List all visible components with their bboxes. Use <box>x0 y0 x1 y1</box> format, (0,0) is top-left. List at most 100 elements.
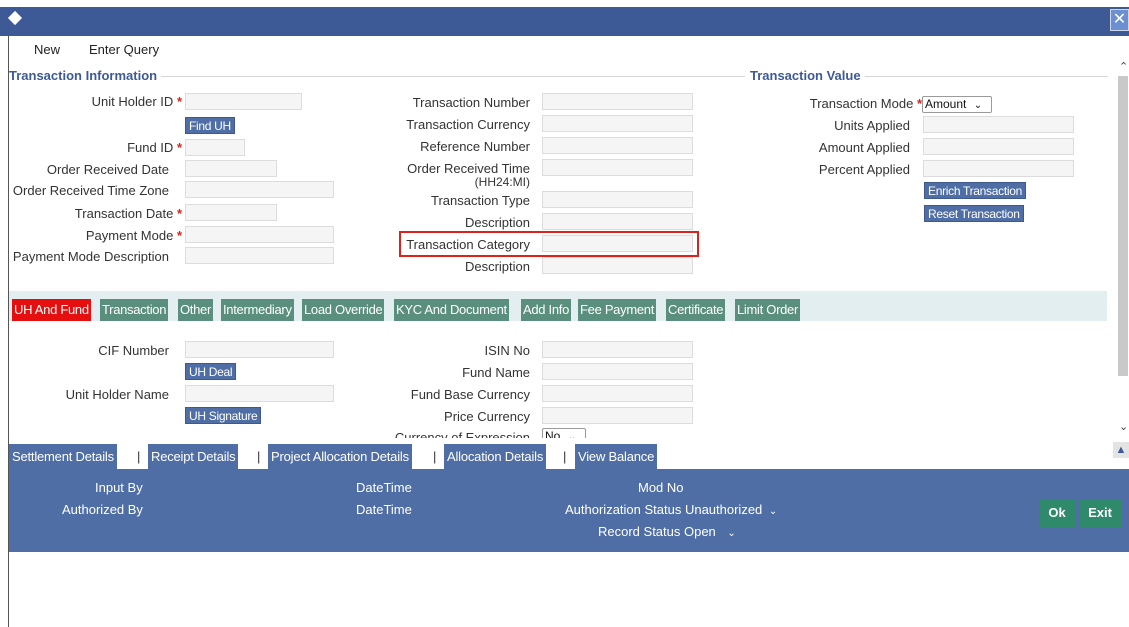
description-label: Description <box>464 215 530 230</box>
tab-certificate[interactable]: Certificate <box>666 299 726 321</box>
price-currency-input[interactable] <box>542 407 693 424</box>
transaction-date-text: Transaction Date <box>74 206 174 221</box>
amount-applied-input[interactable] <box>923 138 1074 155</box>
unit-holder-id-input[interactable] <box>185 93 302 110</box>
category-description-input[interactable] <box>542 257 693 274</box>
payment-mode-description-input[interactable] <box>185 247 334 264</box>
authorized-by-label: Authorized By <box>62 502 143 517</box>
allocation-details-tab[interactable]: Allocation Details <box>444 444 547 469</box>
required-marker: * <box>176 94 182 109</box>
tab-separator: | <box>257 449 261 464</box>
mod-no-label: Mod No <box>638 480 684 495</box>
unit-holder-id-text: Unit Holder ID <box>91 94 174 109</box>
order-received-time-zone-input[interactable] <box>185 181 334 198</box>
transaction-mode-value: Amount <box>925 97 967 111</box>
tab-limit-order[interactable]: Limit Order <box>735 299 800 321</box>
view-balance-tab[interactable]: View Balance <box>575 444 658 469</box>
units-applied-input[interactable] <box>923 116 1074 133</box>
unit-holder-id-label: Unit Holder ID * <box>0 94 182 109</box>
fund-id-input[interactable] <box>185 139 245 156</box>
transaction-date-label: Transaction Date * <box>0 206 182 221</box>
tab-separator: | <box>137 449 141 464</box>
authorization-status[interactable]: Authorization Status Unauthorized ⌄ <box>565 502 777 517</box>
uh-signature-button[interactable]: UH Signature <box>185 407 262 424</box>
isin-no-input[interactable] <box>542 341 693 358</box>
percent-applied-input[interactable] <box>923 160 1074 177</box>
transaction-currency-label: Transaction Currency <box>406 117 530 132</box>
currency-of-expression-select[interactable]: No ⌄ <box>542 428 586 438</box>
unit-holder-name-input[interactable] <box>185 385 334 402</box>
scrollbar-thumb[interactable] <box>1118 76 1128 376</box>
exit-button[interactable]: Exit <box>1079 499 1121 527</box>
scroll-down-icon[interactable]: ⌄ <box>1119 420 1128 433</box>
transaction-mode-text: Transaction Mode <box>809 96 914 111</box>
transaction-category-label: Transaction Category <box>406 237 530 252</box>
record-status-text: Record Status Open <box>598 524 716 539</box>
transaction-mode-select[interactable]: Amount ⌄ <box>922 96 992 113</box>
tab-other[interactable]: Other <box>178 299 214 321</box>
order-received-time-input[interactable] <box>542 159 693 176</box>
transaction-type-input[interactable] <box>542 191 693 208</box>
enrich-transaction-button[interactable]: Enrich Transaction <box>924 182 1026 199</box>
order-received-time-label: Order Received Time <box>407 161 530 176</box>
fund-base-currency-input[interactable] <box>542 385 693 402</box>
tab-load-override[interactable]: Load Override <box>302 299 385 321</box>
scroll-up-icon[interactable]: ⌃ <box>1119 60 1128 73</box>
fund-base-currency-label: Fund Base Currency <box>410 387 530 402</box>
tab-uh-and-fund[interactable]: UH And Fund <box>12 299 91 321</box>
collapse-up-icon[interactable]: ▲ <box>1113 442 1129 458</box>
reference-number-label: Reference Number <box>420 139 530 154</box>
order-received-time-format: (HH24:MI) <box>474 175 530 189</box>
close-window-button[interactable]: ✕ <box>1110 9 1129 31</box>
tab-separator: | <box>563 449 567 464</box>
cif-number-input[interactable] <box>185 341 334 358</box>
transaction-category-input[interactable] <box>542 235 693 252</box>
isin-no-label: ISIN No <box>484 343 530 358</box>
fund-name-label: Fund Name <box>462 365 530 380</box>
payment-mode-label: Payment Mode * <box>0 228 182 243</box>
record-status[interactable]: Record Status Open ⌄ <box>598 524 736 539</box>
transaction-number-label: Transaction Number <box>412 95 530 110</box>
project-allocation-details-tab[interactable]: Project Allocation Details <box>268 444 412 469</box>
ok-button[interactable]: Ok <box>1039 499 1075 527</box>
tab-add-info[interactable]: Add Info <box>521 299 572 321</box>
datetime-label: DateTime <box>356 480 412 495</box>
reference-number-input[interactable] <box>542 137 693 154</box>
transaction-mode-label: Transaction Mode * <box>740 96 922 111</box>
find-uh-button[interactable]: Find UH <box>185 117 235 134</box>
chevron-down-icon: ⌄ <box>768 506 778 517</box>
settlement-details-tab[interactable]: Settlement Details <box>9 444 117 469</box>
reset-transaction-button[interactable]: Reset Transaction <box>924 205 1024 222</box>
transaction-date-input[interactable] <box>185 204 277 221</box>
uh-deal-button[interactable]: UH Deal <box>185 363 237 380</box>
transaction-information-heading: Transaction Information <box>9 68 162 83</box>
transaction-currency-input[interactable] <box>542 115 693 132</box>
order-received-date-input[interactable] <box>185 160 277 177</box>
percent-applied-label: Percent Applied <box>818 162 910 177</box>
required-marker: * <box>176 206 182 221</box>
transaction-number-input[interactable] <box>542 93 693 110</box>
order-received-time-zone-label: Order Received Time Zone <box>12 183 169 198</box>
description-input[interactable] <box>542 213 693 230</box>
tab-fee-payment[interactable]: Fee Payment <box>578 299 657 321</box>
tab-content-panel: CIF Number UH Deal Unit Holder Name UH S… <box>0 330 1110 438</box>
currency-of-expression-value: No <box>545 429 561 438</box>
new-button[interactable]: New <box>34 42 60 57</box>
chevron-down-icon: ⌄ <box>727 528 736 539</box>
enter-query-button[interactable]: Enter Query <box>89 42 159 57</box>
payment-mode-description-label: Payment Mode Description <box>12 249 169 264</box>
tab-separator: | <box>433 449 437 464</box>
chevron-down-icon: ⌄ <box>973 100 983 111</box>
section-divider <box>160 76 745 77</box>
tab-kyc-and-document[interactable]: KYC And Document <box>394 299 509 321</box>
tab-transaction[interactable]: Transaction <box>100 299 169 321</box>
transaction-value-heading: Transaction Value <box>750 68 865 83</box>
fund-id-text: Fund ID <box>127 140 174 155</box>
amount-applied-label: Amount Applied <box>818 140 910 155</box>
payment-mode-input[interactable] <box>185 226 334 243</box>
fund-name-input[interactable] <box>542 363 693 380</box>
payment-mode-text: Payment Mode <box>85 228 174 243</box>
tab-intermediary[interactable]: Intermediary <box>221 299 294 321</box>
units-applied-label: Units Applied <box>834 118 910 133</box>
receipt-details-tab[interactable]: Receipt Details <box>148 444 239 469</box>
